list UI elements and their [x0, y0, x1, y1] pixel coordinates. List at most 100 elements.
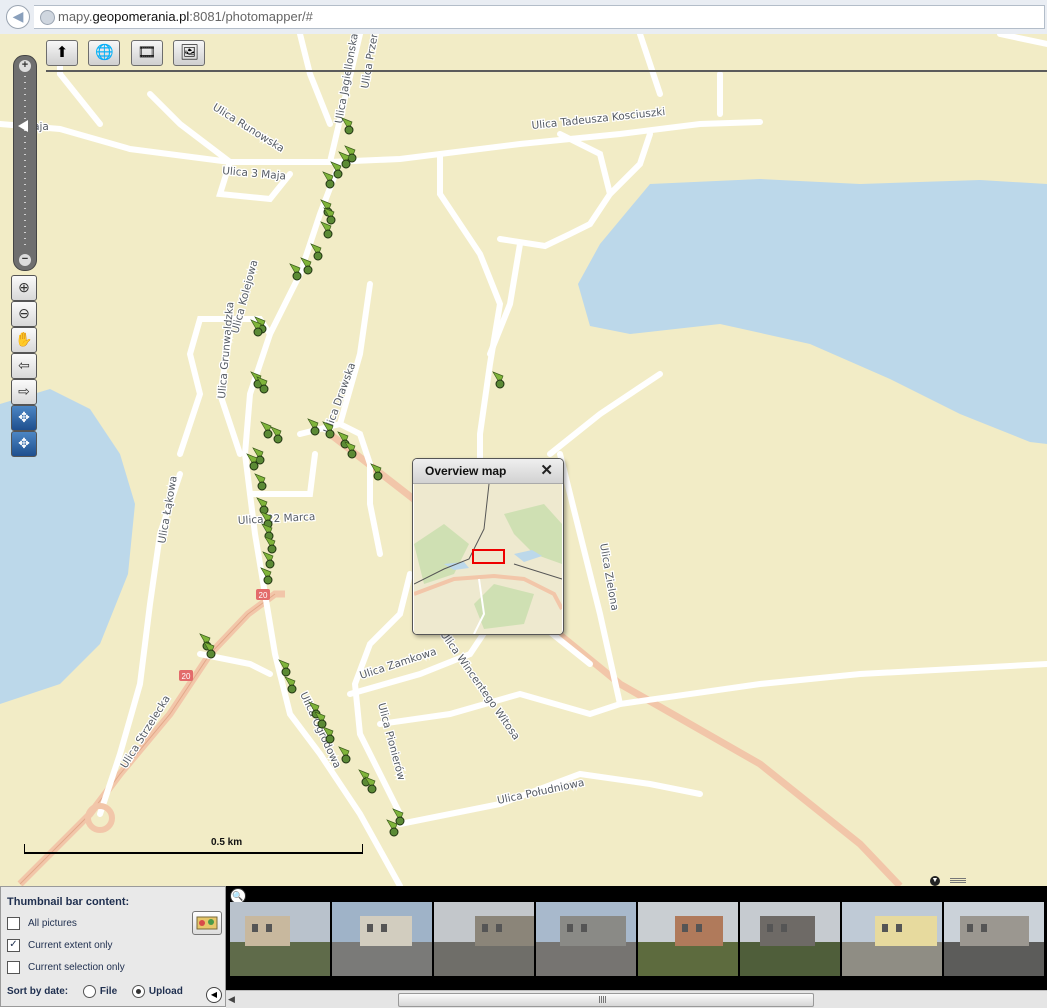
- photo-point[interactable]: [253, 327, 263, 337]
- photo-point[interactable]: [347, 153, 357, 163]
- film-button[interactable]: 🎞: [130, 40, 163, 66]
- photo-point[interactable]: [326, 215, 336, 225]
- zoom-handle[interactable]: [18, 120, 28, 132]
- thumb-street-6[interactable]: [740, 902, 840, 976]
- collapse-left-icon[interactable]: ◀: [206, 987, 222, 1003]
- photo-point[interactable]: [259, 384, 269, 394]
- upload-icon: ⬆: [55, 44, 69, 61]
- street-label: Ulica Łąkowa: [156, 475, 180, 545]
- photo-point[interactable]: [265, 559, 275, 569]
- thumbnail-settings-panel: Thumbnail bar content: All pictures ✓ Cur…: [0, 886, 226, 1007]
- radio-file[interactable]: [82, 985, 96, 998]
- zoom-slider[interactable]: + −: [13, 55, 37, 271]
- photo-point[interactable]: [347, 449, 357, 459]
- splitter-grip[interactable]: [950, 878, 966, 883]
- selection-extent-icon: ✥: [18, 435, 30, 451]
- street-label: Ulica Zielona: [597, 542, 621, 611]
- photo-point[interactable]: [287, 684, 297, 694]
- overview-map-header[interactable]: Overview map ✕: [413, 459, 563, 484]
- url-field[interactable]: mapy.geopomerania.pl:8081/photomapper/#: [34, 5, 1045, 29]
- thumb-street-1[interactable]: [230, 902, 330, 976]
- photo-point[interactable]: [255, 455, 265, 465]
- map-canvas[interactable]: 20 20 Ulica Tadeusza Kosciuszki Ulica Ru…: [0, 34, 1047, 886]
- photo-point[interactable]: [325, 429, 335, 439]
- photo-point[interactable]: [389, 827, 399, 837]
- photo-point[interactable]: [257, 481, 267, 491]
- scroll-left-icon[interactable]: ◀: [228, 994, 235, 1005]
- photo-point[interactable]: [333, 169, 343, 179]
- thumb-street-3[interactable]: [434, 902, 534, 976]
- photo-point[interactable]: [206, 649, 216, 659]
- photo-point[interactable]: [325, 179, 335, 189]
- option-label: Current selection only: [28, 962, 125, 974]
- zoom-out-tool[interactable]: ⊖: [11, 301, 37, 327]
- photo-point[interactable]: [325, 734, 335, 744]
- full-extent-tool[interactable]: ✥: [11, 405, 37, 431]
- thumb-street-7[interactable]: [842, 902, 942, 976]
- checkbox-checked[interactable]: ✓: [7, 939, 20, 952]
- photo-point[interactable]: [292, 271, 302, 281]
- back-extent-tool[interactable]: ⇦: [11, 353, 37, 379]
- photo-point[interactable]: [303, 265, 313, 275]
- photo-point[interactable]: [367, 784, 377, 794]
- photo-point[interactable]: [313, 251, 323, 261]
- thumb-street-5[interactable]: [638, 902, 738, 976]
- arrow-right-icon: ⇨: [18, 383, 30, 399]
- map-settings-button[interactable]: [192, 911, 222, 935]
- photo-point[interactable]: [263, 575, 273, 585]
- zoom-plus-button[interactable]: +: [19, 60, 31, 72]
- option-current-selection[interactable]: Current selection only: [7, 961, 125, 974]
- photo-point[interactable]: [341, 159, 351, 169]
- photo-point[interactable]: [495, 379, 505, 389]
- thumbnail-image: [638, 902, 738, 976]
- thumbnail-scrollbar[interactable]: ◀: [226, 990, 1047, 1008]
- collapse-down-icon[interactable]: ▼: [930, 876, 940, 886]
- photo-point[interactable]: [263, 429, 273, 439]
- back-arrow-icon[interactable]: ◀: [6, 5, 30, 29]
- forward-extent-tool[interactable]: ⇨: [11, 379, 37, 405]
- photo-point[interactable]: [281, 667, 291, 677]
- photo-point[interactable]: [310, 426, 320, 436]
- selection-extent-tool[interactable]: ✥: [11, 431, 37, 457]
- option-current-extent[interactable]: ✓ Current extent only: [7, 939, 113, 952]
- thumb-street-4[interactable]: [536, 902, 636, 976]
- option-all-pictures[interactable]: All pictures: [7, 917, 77, 930]
- photo-button[interactable]: 🖼: [173, 40, 206, 66]
- scrollbar-thumb[interactable]: [398, 993, 814, 1007]
- street-label: Ulica Jagiellonska: [333, 34, 361, 125]
- zoom-in-tool[interactable]: ⊕: [11, 275, 37, 301]
- upload-button[interactable]: ⬆: [46, 40, 78, 66]
- map-toolbar: ⬆ 🌐 🎞 🖼: [46, 40, 211, 66]
- road-badge: 20: [259, 591, 268, 600]
- radio-label: Upload: [148, 986, 183, 998]
- overview-map-image[interactable]: [414, 484, 562, 634]
- globe-button[interactable]: 🌐: [88, 40, 121, 66]
- photo-point[interactable]: [344, 125, 354, 135]
- photo-point[interactable]: [273, 434, 283, 444]
- checkbox[interactable]: [7, 917, 20, 930]
- overview-map-window[interactable]: Overview map ✕: [412, 458, 564, 635]
- close-icon[interactable]: ✕: [540, 461, 553, 479]
- zoom-out-icon: ⊖: [18, 305, 30, 321]
- photo-point[interactable]: [267, 544, 277, 554]
- photo-point[interactable]: [373, 471, 383, 481]
- thumbnail-strip[interactable]: 🔍: [226, 886, 1047, 1007]
- thumb-street-8[interactable]: [944, 902, 1044, 976]
- zoom-minus-button[interactable]: −: [19, 254, 31, 266]
- photo-point[interactable]: [249, 461, 259, 471]
- photo-point[interactable]: [317, 719, 327, 729]
- photo-point[interactable]: [341, 754, 351, 764]
- thumbnail-image: [230, 902, 330, 976]
- street-label: Ulica 3 Maja: [222, 165, 287, 183]
- zoom-track[interactable]: [24, 76, 26, 248]
- scale-bar: [24, 844, 363, 854]
- browser-address-bar: ◀ mapy.geopomerania.pl:8081/photomapper/…: [0, 0, 1047, 35]
- checkbox[interactable]: [7, 961, 20, 974]
- pan-hand-tool[interactable]: ✋: [11, 327, 37, 353]
- photo-point[interactable]: [323, 229, 333, 239]
- photo-icon: 🖼: [179, 44, 199, 61]
- option-label: Current extent only: [28, 940, 113, 952]
- thumb-street-2[interactable]: [332, 902, 432, 976]
- street-label: Ulica Runowska: [210, 101, 286, 155]
- radio-upload[interactable]: [131, 985, 145, 998]
